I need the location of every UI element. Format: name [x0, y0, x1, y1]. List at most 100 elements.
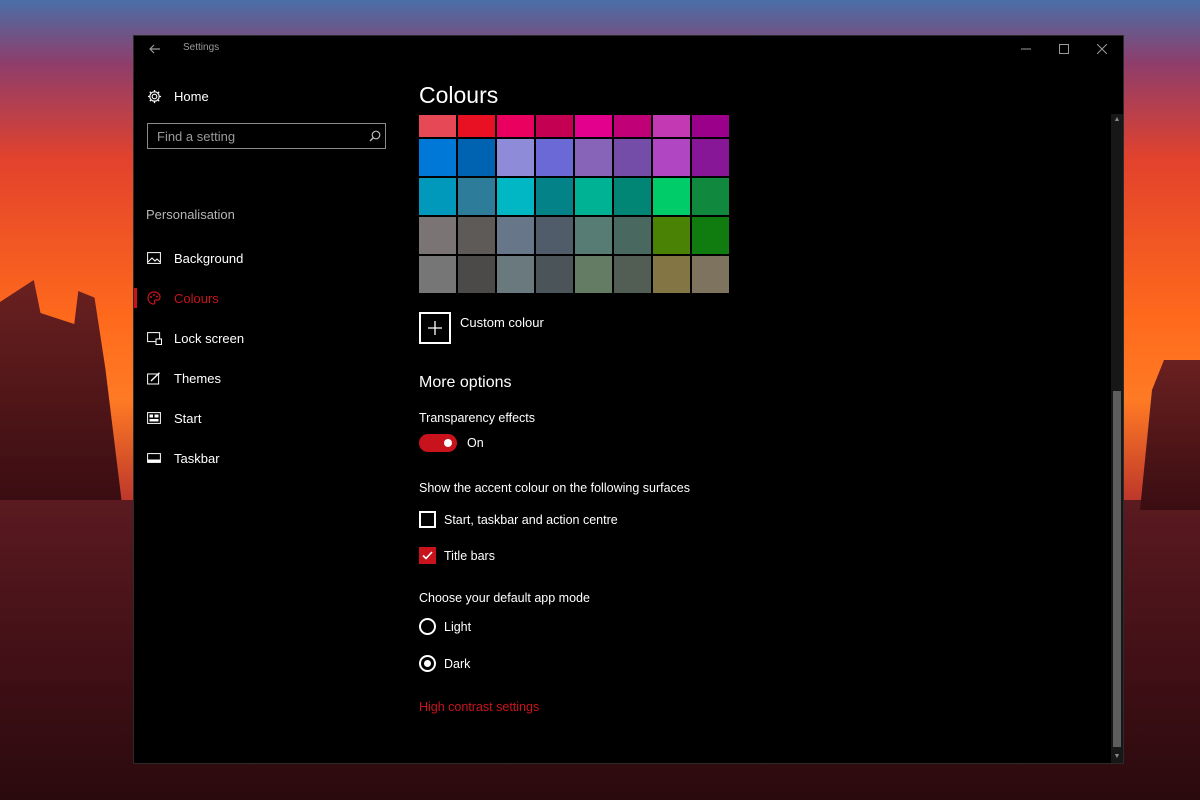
- colour-swatch[interactable]: [458, 115, 495, 137]
- colour-swatch[interactable]: [536, 256, 573, 293]
- more-options-heading: More options: [419, 374, 512, 391]
- title-bar: Settings: [134, 36, 1123, 62]
- maximize-button[interactable]: [1045, 36, 1083, 62]
- checkbox-title-bars[interactable]: [419, 547, 436, 564]
- checkbox-start-row[interactable]: Start, taskbar and action centre: [419, 511, 618, 528]
- custom-colour-label: Custom colour: [460, 315, 544, 330]
- colour-swatch[interactable]: [692, 115, 729, 137]
- colour-swatch[interactable]: [536, 139, 573, 176]
- sidebar-item-label: Themes: [174, 370, 221, 386]
- colour-swatch[interactable]: [614, 217, 651, 254]
- transparency-toggle[interactable]: [419, 434, 457, 452]
- high-contrast-link[interactable]: High contrast settings: [419, 700, 539, 714]
- colour-swatch[interactable]: [497, 178, 534, 215]
- sidebar-item-label: Home: [174, 88, 209, 104]
- colour-swatch[interactable]: [614, 115, 651, 137]
- radio-light[interactable]: [419, 618, 436, 635]
- sidebar-item-themes[interactable]: Themes: [134, 360, 394, 396]
- sidebar: Home Personalisation Background Colours: [134, 62, 404, 763]
- sidebar-item-taskbar[interactable]: Taskbar: [134, 440, 394, 476]
- colour-swatch[interactable]: [614, 256, 651, 293]
- window-title: Settings: [183, 42, 220, 53]
- sidebar-item-label: Taskbar: [174, 450, 220, 466]
- scrollbar-thumb[interactable]: [1113, 391, 1121, 747]
- checkbox-start-taskbar[interactable]: [419, 511, 436, 528]
- back-button[interactable]: [142, 38, 168, 60]
- colour-swatch[interactable]: [575, 217, 612, 254]
- search-icon[interactable]: [365, 130, 385, 142]
- transparency-label: Transparency effects: [419, 411, 536, 425]
- colour-swatch[interactable]: [419, 139, 456, 176]
- colour-swatch[interactable]: [458, 178, 495, 215]
- sidebar-item-colours[interactable]: Colours: [134, 280, 394, 316]
- colour-swatch[interactable]: [419, 115, 456, 137]
- search-box: [147, 123, 386, 149]
- colour-swatch[interactable]: [692, 217, 729, 254]
- colour-swatch[interactable]: [692, 139, 729, 176]
- close-button[interactable]: [1083, 36, 1121, 62]
- colour-swatch[interactable]: [458, 139, 495, 176]
- colour-swatch[interactable]: [497, 139, 534, 176]
- colour-swatch[interactable]: [497, 217, 534, 254]
- desktop-wallpaper-rock-left: [0, 280, 122, 500]
- radio-light-row[interactable]: Light: [419, 618, 471, 635]
- scroll-up-arrow-icon[interactable]: ▲: [1111, 114, 1123, 126]
- themes-icon: [146, 370, 162, 386]
- scrollbar[interactable]: ▲ ▼: [1111, 114, 1123, 763]
- colour-swatch-grid: [419, 115, 729, 293]
- minimize-icon: [1021, 48, 1031, 50]
- colour-swatch[interactable]: [536, 115, 573, 137]
- checkbox-title-bars-row[interactable]: Title bars: [419, 547, 495, 564]
- colour-swatch[interactable]: [419, 256, 456, 293]
- colour-swatch[interactable]: [575, 178, 612, 215]
- colour-swatch[interactable]: [692, 178, 729, 215]
- checkmark-icon: [422, 551, 433, 560]
- desktop-wallpaper-rock-right: [1140, 360, 1200, 510]
- sidebar-item-home[interactable]: Home: [134, 78, 394, 114]
- gear-icon: [146, 88, 162, 104]
- colour-swatch[interactable]: [575, 256, 612, 293]
- toggle-knob: [444, 439, 452, 447]
- colour-swatch[interactable]: [419, 178, 456, 215]
- image-icon: [146, 250, 162, 266]
- start-icon: [146, 410, 162, 426]
- radio-dark-label: Dark: [444, 656, 471, 671]
- checkbox-start-label: Start, taskbar and action centre: [444, 512, 618, 527]
- colour-swatch[interactable]: [419, 217, 456, 254]
- colour-swatch[interactable]: [575, 115, 612, 137]
- scroll-down-arrow-icon[interactable]: ▼: [1111, 751, 1123, 763]
- sidebar-item-background[interactable]: Background: [134, 240, 394, 276]
- transparency-state: On: [467, 436, 484, 450]
- lock-screen-icon: [146, 330, 162, 346]
- active-indicator: [134, 288, 137, 308]
- custom-colour-button[interactable]: Custom colour: [419, 312, 544, 344]
- search-input[interactable]: [148, 127, 365, 145]
- colour-swatch[interactable]: [458, 256, 495, 293]
- palette-icon: [146, 290, 162, 306]
- radio-dark[interactable]: [419, 655, 436, 672]
- sidebar-item-start[interactable]: Start: [134, 400, 394, 436]
- colour-swatch[interactable]: [575, 139, 612, 176]
- colour-swatch[interactable]: [653, 115, 690, 137]
- colour-swatch[interactable]: [614, 178, 651, 215]
- colour-swatch[interactable]: [497, 256, 534, 293]
- close-icon: [1097, 44, 1107, 54]
- radio-dark-row[interactable]: Dark: [419, 655, 470, 672]
- colour-swatch[interactable]: [653, 217, 690, 254]
- colour-swatch[interactable]: [497, 115, 534, 137]
- plus-icon: [419, 312, 451, 344]
- page-title: Colours: [419, 82, 499, 108]
- minimize-button[interactable]: [1007, 36, 1045, 62]
- colour-swatch[interactable]: [653, 256, 690, 293]
- colour-swatch[interactable]: [653, 139, 690, 176]
- colour-swatch[interactable]: [653, 178, 690, 215]
- main-content: Colours Custom colour More options Trans…: [419, 62, 1109, 763]
- colour-swatch[interactable]: [536, 178, 573, 215]
- checkbox-title-bars-label: Title bars: [444, 548, 495, 563]
- colour-swatch[interactable]: [536, 217, 573, 254]
- colour-swatch[interactable]: [614, 139, 651, 176]
- sidebar-item-lock-screen[interactable]: Lock screen: [134, 320, 394, 356]
- colour-swatch[interactable]: [692, 256, 729, 293]
- settings-window: Settings Home Personalisation: [133, 35, 1124, 764]
- colour-swatch[interactable]: [458, 217, 495, 254]
